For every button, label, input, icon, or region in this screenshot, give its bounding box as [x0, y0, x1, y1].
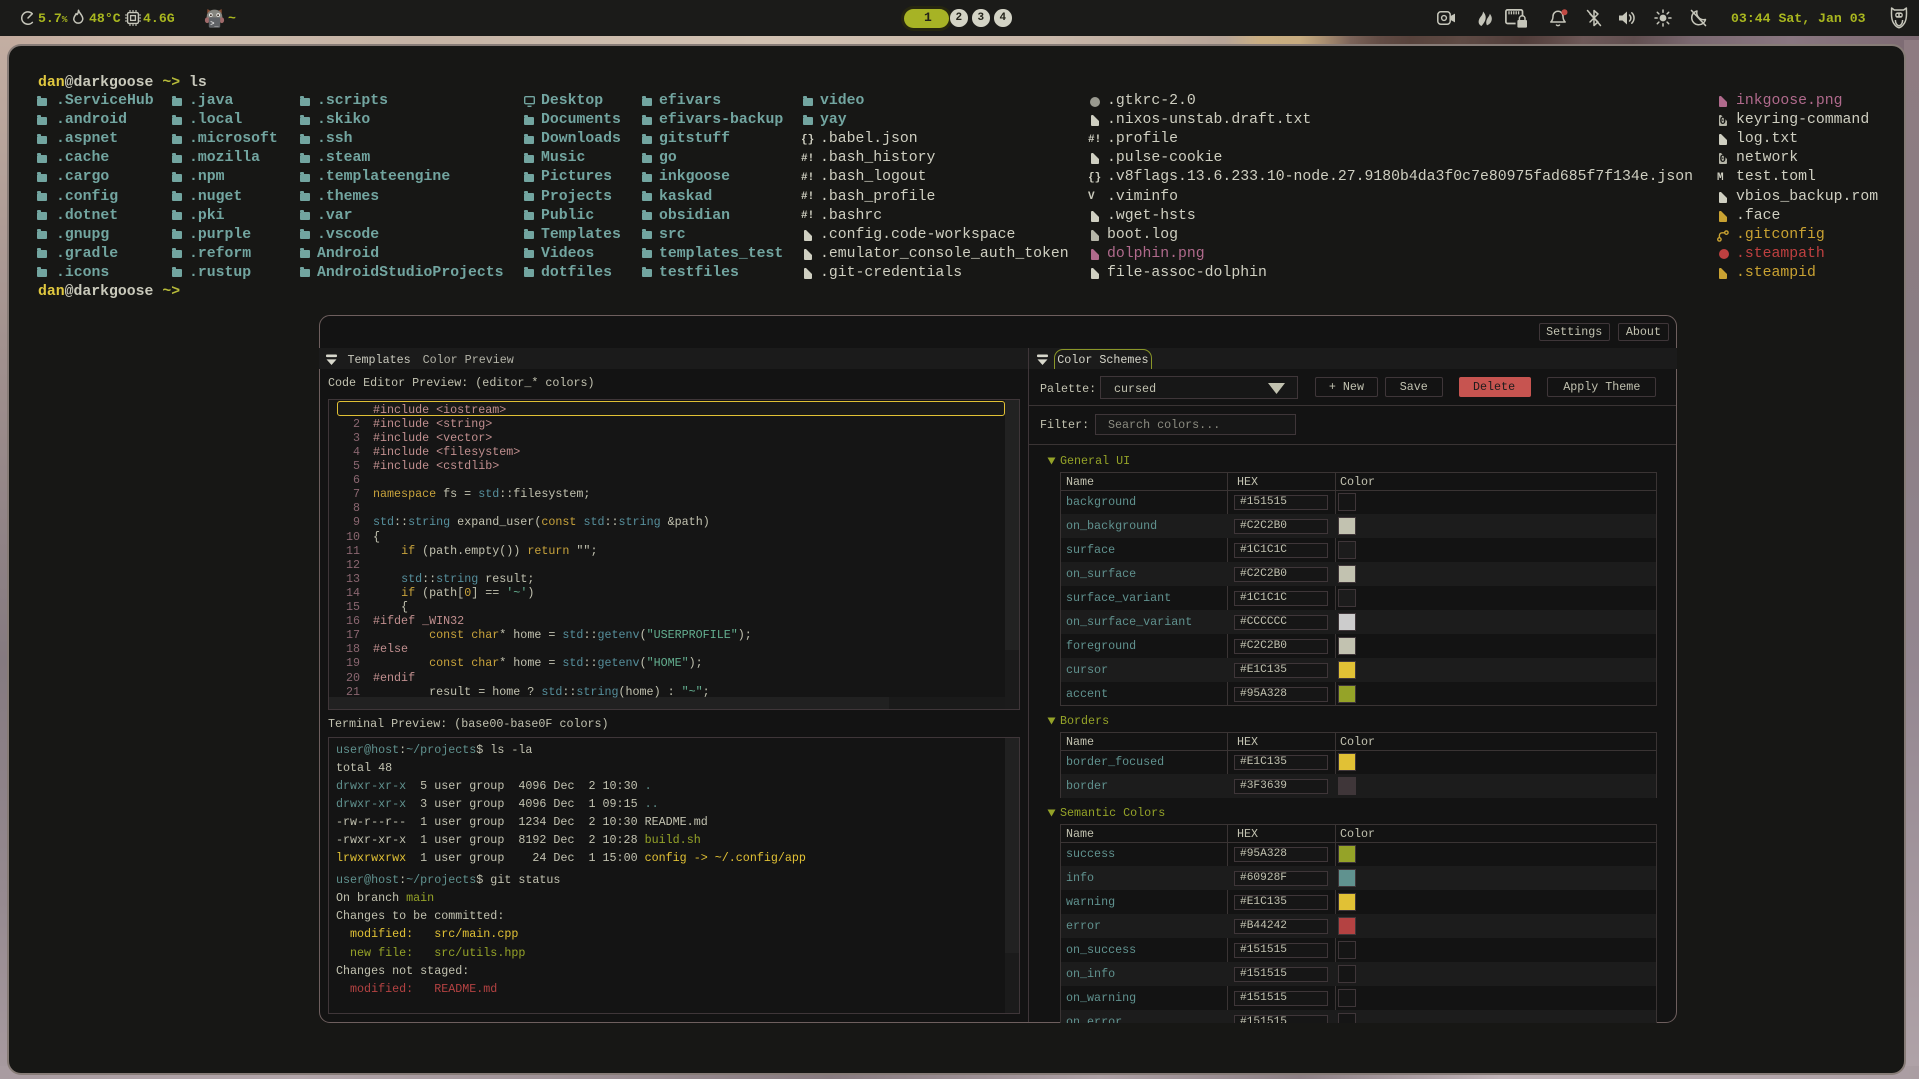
svg-text:>_: >_	[210, 20, 219, 28]
